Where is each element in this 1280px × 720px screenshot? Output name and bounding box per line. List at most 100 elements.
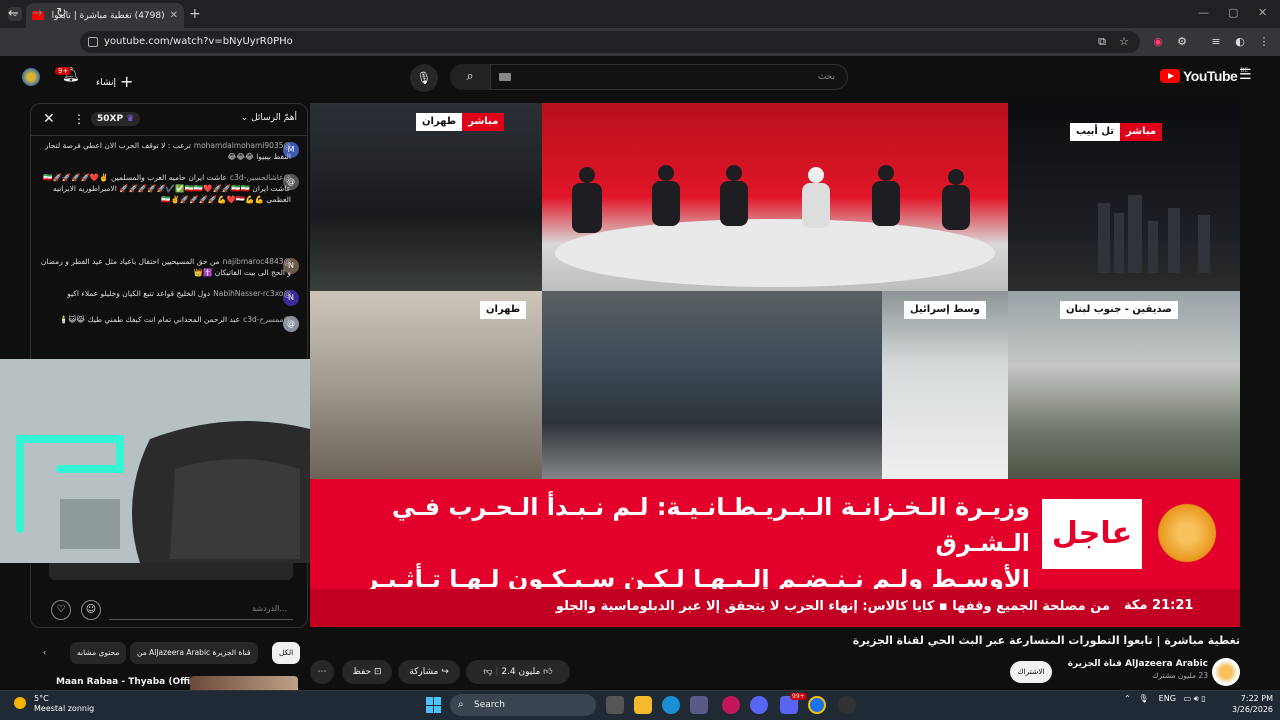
back-button[interactable]: ← <box>8 6 19 21</box>
save-button[interactable]: حفظ ⊡ <box>342 660 392 684</box>
task-view-icon[interactable] <box>606 696 624 714</box>
share-button[interactable]: مشاركة ↪ <box>398 660 460 684</box>
taskbar-search-label: Search <box>474 700 505 710</box>
feed-location-label: مباشر تل أبيب <box>1070 123 1163 141</box>
address-bar[interactable]: youtube.com/watch?v=bNyUyrR0PHo <box>80 31 1140 53</box>
create-button[interactable]: إنشاء + <box>96 70 133 91</box>
related-video-title[interactable]: Maan Rabaa - Thyaba (Official <box>56 677 208 687</box>
chip-scroll-left-chevron-icon[interactable]: ‹ <box>36 642 53 664</box>
heart-icon[interactable]: ♡ <box>51 600 71 620</box>
subscribe-button[interactable]: الاشتراك <box>1010 661 1052 683</box>
close-window-button[interactable]: ✕ <box>1258 6 1267 19</box>
chat-more-icon[interactable]: ⋮ <box>73 112 85 126</box>
install-icon[interactable]: ⧉ <box>1094 34 1110 50</box>
system-tray[interactable]: ⌃ 🎙︎ ENG ▭ 🔊︎ ▯ <box>1124 694 1206 704</box>
maximize-button[interactable]: ▢ <box>1228 6 1238 19</box>
ticker-time: 21:21 مكة <box>1124 598 1194 613</box>
sun-icon <box>14 697 26 709</box>
chat-message: @mohamdalmohami9035ترعب : لا توقف الحرب … <box>39 140 291 162</box>
emoji-icon[interactable]: ☺ <box>81 600 101 620</box>
chat-input[interactable]: الدردشة... <box>109 598 293 620</box>
chip-related[interactable]: محتوى مشابه <box>70 642 127 664</box>
more-actions-button[interactable]: ⋯ <box>310 660 334 684</box>
like-icon[interactable]: 👍︎ <box>543 667 552 677</box>
youtube-logo[interactable]: YouTube BE <box>1160 67 1248 84</box>
share-icon: ↪ <box>441 667 449 677</box>
chat-message: @عاشالحسين-c3dعاشت ايران حاميه العرب وال… <box>39 172 291 252</box>
chat-author: @najibmaroc4843 <box>222 257 291 266</box>
browser-tab[interactable]: (4798) تغطية مباشرة | تابعوا ✕ <box>26 3 184 28</box>
site-info-icon[interactable] <box>88 37 98 47</box>
account-avatar[interactable] <box>22 68 40 86</box>
taskbar-search[interactable]: ⌕ Search <box>450 694 596 716</box>
language-indicator[interactable]: ENG <box>1159 694 1176 703</box>
mic-icon[interactable]: 🎙︎ <box>1138 694 1148 703</box>
guide-menu-icon[interactable]: ☰ <box>1239 67 1252 83</box>
chat-author: @عاشالحسين-c3d <box>230 173 291 182</box>
aljazeera-logo-icon <box>1156 497 1218 569</box>
battery-icon[interactable]: ▯ <box>1201 694 1205 703</box>
reload-button[interactable]: ↻ <box>56 6 67 21</box>
network-icon[interactable]: ▭ <box>1184 694 1192 703</box>
more-horizontal-icon: ⋯ <box>317 667 327 677</box>
ticker-text: من مصلحة الجميع وقفها ▪ كايا كالاس: إنها… <box>555 599 1110 614</box>
voice-search-mic-icon[interactable]: 🎙︎ <box>410 64 438 92</box>
chip-all[interactable]: الكل <box>272 642 301 664</box>
weather-widget[interactable]: 5°C Meestal zonnig <box>14 694 94 714</box>
search-placeholder: بحث <box>817 72 835 82</box>
close-tab-icon[interactable]: ✕ <box>170 10 178 21</box>
keyboard-icon[interactable] <box>499 73 511 81</box>
video-title: تغطية مباشرة | تابعوا التطورات المتسارعة… <box>852 634 1240 647</box>
xp-badge[interactable]: 50XP ♛ <box>91 112 141 126</box>
search-button[interactable]: ⌕ <box>450 64 490 90</box>
webcam-image <box>0 359 310 563</box>
search-icon: ⌕ <box>466 69 474 84</box>
search-icon: ⌕ <box>458 699 464 710</box>
close-chat-icon[interactable]: ✕ <box>43 111 55 127</box>
dislike-icon[interactable]: 👎︎ <box>483 667 492 677</box>
forward-button[interactable]: → <box>32 6 43 21</box>
channel-name[interactable]: AlJazeera Arabic قناة الجزيرة <box>1060 659 1208 669</box>
taskbar-clock[interactable]: 7:22 PM 3/26/2026 <box>1232 693 1273 715</box>
youtube-play-icon <box>1160 69 1180 83</box>
save-label: حفظ <box>352 667 372 677</box>
clock-date: 3/26/2026 <box>1232 705 1274 714</box>
new-tab-button[interactable]: + <box>189 6 201 22</box>
chrome-icon[interactable] <box>808 696 826 714</box>
volume-icon[interactable]: 🔊︎ <box>1194 694 1199 703</box>
tray-chevron-icon[interactable]: ⌃ <box>1124 694 1131 703</box>
breaking-line-1: وزيـرة الـخـزانـة الـبـريـطـانـيـة: لـم … <box>391 493 1030 557</box>
opera-icon[interactable] <box>722 696 740 714</box>
app-icon[interactable] <box>750 696 768 714</box>
minimize-button[interactable]: — <box>1198 6 1209 19</box>
start-windows-icon[interactable] <box>426 697 442 713</box>
channel-info[interactable]: AlJazeera Arabic قناة الجزيرة 23 مليون م… <box>1060 659 1208 680</box>
create-label: إنشاء <box>96 78 117 88</box>
news-ticker: من مصلحة الجميع وقفها ▪ كايا كالاس: إنها… <box>310 589 1240 627</box>
chat-author: @ممسرح-c3d <box>243 315 291 324</box>
channel-avatar[interactable] <box>1212 658 1240 686</box>
extensions-puzzle-icon[interactable]: ⚙ <box>1174 34 1190 50</box>
profile-icon[interactable]: ◐ <box>1232 34 1248 50</box>
clock-time: 7:22 PM <box>1240 694 1274 703</box>
webcam-overlay <box>0 359 310 563</box>
edge-icon[interactable] <box>662 696 680 714</box>
app-icon[interactable] <box>838 696 856 714</box>
extension-icon[interactable]: ◉ <box>1150 34 1166 50</box>
chat-mode-dropdown[interactable]: ⌄ أهمّ الرسائل <box>241 113 297 123</box>
chip-from-channel[interactable]: من AlJazeera Arabic قناة الجزيرة <box>130 642 258 664</box>
location-text: تل أبيب <box>1070 123 1121 141</box>
bookmark-star-icon[interactable]: ☆ <box>1116 34 1132 50</box>
subscriber-count: 23 مليون مشترك <box>1152 671 1208 680</box>
feed-tehran-night: مباشر طهران <box>310 103 542 291</box>
video-player[interactable]: مباشر طهران مباشر تل أبيب طهران وسط إسرائي… <box>310 103 1240 627</box>
search-input[interactable]: بحث <box>490 64 848 90</box>
feed-tehran-rubble: طهران <box>310 291 542 479</box>
file-explorer-icon[interactable] <box>634 696 652 714</box>
chevron-down-icon: ⌄ <box>240 113 252 123</box>
store-icon[interactable] <box>690 696 708 714</box>
crown-icon: ♛ <box>126 114 135 124</box>
location-text: طهران <box>416 113 463 131</box>
reading-list-icon[interactable]: ≡ <box>1208 34 1224 50</box>
browser-menu-icon[interactable]: ⋮ <box>1256 34 1272 50</box>
